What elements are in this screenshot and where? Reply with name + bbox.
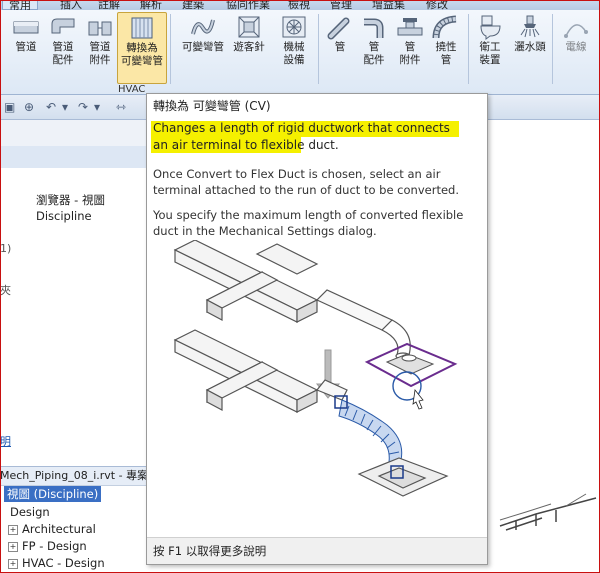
flex-duct-button[interactable]: 可變彎管 xyxy=(178,12,228,54)
tab-home[interactable]: 常用 xyxy=(2,0,38,10)
duct-accessory-button[interactable]: 管道 附件 xyxy=(82,12,118,67)
pipe-accessory-button[interactable]: 管 附件 xyxy=(392,12,428,67)
open-icon[interactable]: ⊕ xyxy=(24,100,34,114)
tooltip-paragraph-1: Once Convert to Flex Duct is chosen, sel… xyxy=(153,167,459,197)
duct-fitting-button[interactable]: 管道 配件 xyxy=(45,12,81,67)
mechanical-equipment-icon xyxy=(280,14,308,40)
duct-icon xyxy=(12,14,40,40)
expand-icon[interactable]: + xyxy=(8,558,18,569)
duct-accessory-icon xyxy=(86,14,114,40)
convert-flex-duct-icon xyxy=(128,15,156,41)
canvas-model-preview xyxy=(499,493,597,531)
expand-icon[interactable]: + xyxy=(8,524,18,535)
air-terminal-button[interactable]: 遊客針 xyxy=(230,12,268,54)
undo-icon[interactable]: ↶ xyxy=(46,100,56,114)
undo-dropdown-icon[interactable]: ▾ xyxy=(62,100,68,114)
tab-modify[interactable]: 修改 xyxy=(426,0,448,10)
redo-dropdown-icon[interactable]: ▾ xyxy=(94,100,100,114)
left-header-bar xyxy=(0,146,148,168)
tree-item-hvac-design[interactable]: + HVAC - Design xyxy=(8,556,105,570)
flex-pipe-button[interactable]: 撓性 管 xyxy=(428,12,464,67)
tab-annotate[interactable]: 註解 xyxy=(98,0,120,10)
tab-addins[interactable]: 增益集 xyxy=(372,0,405,10)
tab-analyze[interactable]: 解析 xyxy=(140,0,162,10)
tree-item-design[interactable]: Design xyxy=(10,505,50,519)
pipe-icon xyxy=(326,14,354,40)
pipe-accessory-icon xyxy=(396,14,424,40)
tab-manage[interactable]: 管理 xyxy=(330,0,352,10)
left-label-1: 1) xyxy=(0,242,12,255)
redo-icon[interactable]: ↷ xyxy=(78,100,88,114)
convert-to-flex-duct-button[interactable]: 轉換為 可變彎管 xyxy=(117,12,167,84)
ribbon-separator xyxy=(318,14,319,84)
wire-icon xyxy=(562,14,590,40)
panel-label-hvac: HVAC xyxy=(118,84,146,95)
tree-item-views[interactable]: 視圖 (Discipline) xyxy=(4,486,102,502)
sprinkler-button[interactable]: 灑水頭 xyxy=(510,12,550,54)
tooltip-illustration xyxy=(173,240,458,497)
tooltip-footer: 按 F1 以取得更多說明 xyxy=(147,537,487,564)
tooltip-paragraph-2: You specify the maximum length of conver… xyxy=(153,208,464,238)
ribbon-separator xyxy=(552,14,553,84)
left-toolbar xyxy=(0,120,148,147)
air-terminal-icon xyxy=(235,14,263,40)
tooltip-help-hint: 按 F1 以取得更多說明 xyxy=(153,544,267,558)
project-browser-header: Mech_Piping_08_i.rvt - 專案瀏 xyxy=(0,466,148,486)
duct-fitting-icon xyxy=(49,14,77,40)
sprinkler-icon xyxy=(516,14,544,40)
tab-view[interactable]: 檢視 xyxy=(288,0,310,10)
tree-item-fp-design[interactable]: + FP - Design xyxy=(8,539,87,553)
expand-icon[interactable]: + xyxy=(8,541,18,552)
tree-item-architectural[interactable]: + Architectural xyxy=(8,522,96,536)
measure-icon[interactable]: ⇿ xyxy=(116,100,126,114)
tab-architecture[interactable]: 建築 xyxy=(182,0,204,10)
tooltip-description: Changes a length of rigid ductwork that … xyxy=(153,121,450,152)
flex-pipe-icon xyxy=(432,14,460,40)
wire-button[interactable]: 電線 xyxy=(556,12,596,54)
tab-insert[interactable]: 插入 xyxy=(60,0,82,10)
ribbon-separator xyxy=(468,14,469,84)
plumbing-fixture-button[interactable]: 衛工 裝置 xyxy=(472,12,508,67)
tooltip-title: 轉換為 可變彎管 (CV) xyxy=(153,99,271,113)
project-browser-title: 瀏覽器 - 視圖 Discipline xyxy=(36,193,105,223)
ribbon-panel: 管道 管道 配件 管道 附件 轉換為 可變彎管 可變彎管 遊客針 機械 設備 管… xyxy=(0,10,600,95)
tab-collaborate[interactable]: 協同作業 xyxy=(226,0,270,10)
plumbing-fixture-icon xyxy=(476,14,504,40)
mechanical-equipment-button[interactable]: 機械 設備 xyxy=(276,12,312,67)
ribbon-tab-bar: 常用 插入 註解 解析 建築 協同作業 檢視 管理 增益集 修改 xyxy=(0,0,600,10)
pipe-button[interactable]: 管 xyxy=(322,12,358,54)
save-icon[interactable]: ▣ xyxy=(4,100,15,114)
tooltip: 轉換為 可變彎管 (CV) Changes a length of rigid … xyxy=(146,93,488,565)
duct-button[interactable]: 管道 xyxy=(8,12,44,54)
flex-duct-icon xyxy=(189,14,217,40)
left-link[interactable]: 明 xyxy=(0,433,11,449)
pipe-fitting-icon xyxy=(360,14,388,40)
left-label-2: 夾 xyxy=(0,284,11,297)
ribbon-separator xyxy=(170,14,171,84)
pipe-fitting-button[interactable]: 管 配件 xyxy=(356,12,392,67)
